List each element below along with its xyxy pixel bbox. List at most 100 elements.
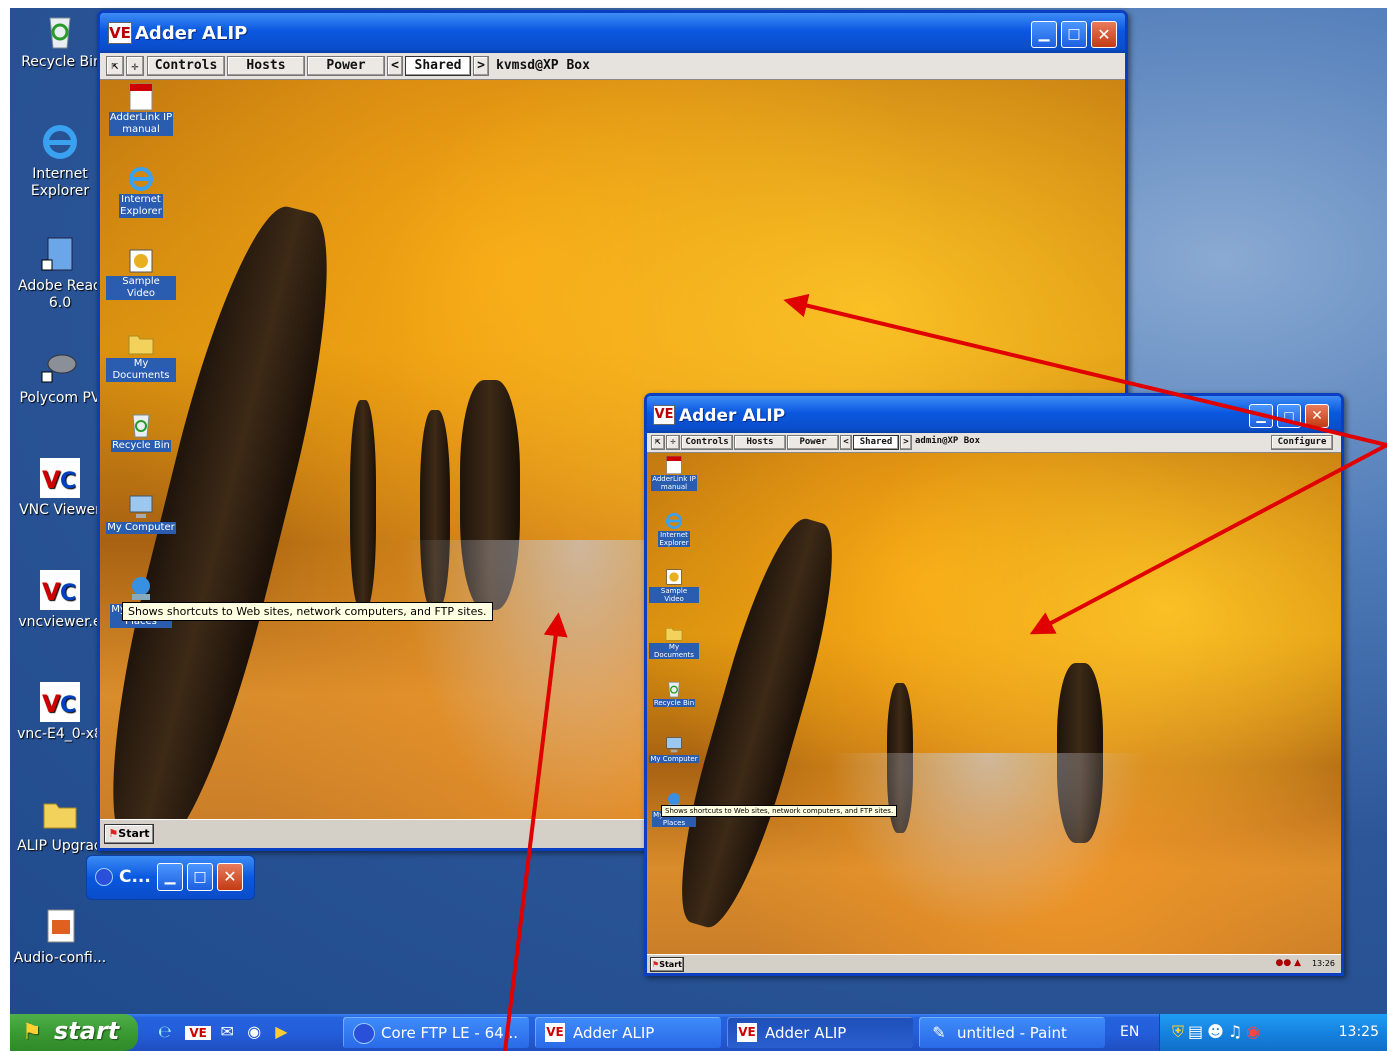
clock: 13:25 xyxy=(1338,1024,1379,1040)
desktop-icon-vncviewer-exe[interactable]: VC vncviewer.e xyxy=(10,570,110,631)
network-icon[interactable]: ▤ xyxy=(1188,1022,1207,1041)
power-button[interactable]: Power xyxy=(307,56,385,76)
fit-screen-icon[interactable]: ⇱ xyxy=(651,435,665,450)
close-button[interactable]: ✕ xyxy=(217,863,243,891)
svg-text:C: C xyxy=(60,693,76,718)
media-icon[interactable]: ◉ xyxy=(243,1022,265,1041)
remote-icon-my-computer[interactable]: My Computer xyxy=(649,735,699,763)
controls-button[interactable]: Controls xyxy=(681,435,733,450)
vnc-logo-icon: VE xyxy=(108,22,132,44)
window-title: Adder ALIP xyxy=(135,23,248,44)
shared-mode-button[interactable]: Shared xyxy=(405,56,471,76)
mini-window-core-ftp[interactable]: C... ▁ □ ✕ xyxy=(86,855,255,900)
remote-icon-my-documents[interactable]: My Documents xyxy=(649,623,699,659)
vnc-viewer-icon: VE xyxy=(737,1023,757,1042)
remote-tray-icons: ●● ▲ xyxy=(1275,958,1302,968)
computer-icon xyxy=(129,495,153,518)
controls-button[interactable]: Controls xyxy=(147,56,225,76)
vnc-viewer-icon: VE xyxy=(545,1023,565,1042)
shared-mode-button[interactable]: Shared xyxy=(853,435,899,450)
media-player-icon[interactable]: ▶ xyxy=(270,1022,292,1041)
title-bar[interactable]: VE Adder ALIP ▁ □ ✕ xyxy=(100,13,1125,53)
remote-icon-sample-video[interactable]: Sample Video xyxy=(106,246,176,300)
minimize-button[interactable]: ▁ xyxy=(1031,21,1057,48)
remote-desktop-screen[interactable]: AdderLink IP manual Internet Explorer Sa… xyxy=(647,453,1341,973)
folder-icon xyxy=(43,803,77,829)
adder-alip-window-second[interactable]: VE Adder ALIP ▁ □ ✕ ⇱ ✛ Controls Hosts P… xyxy=(644,393,1344,976)
next-mode-button[interactable]: > xyxy=(473,56,489,76)
remote-icon-sample-video[interactable]: Sample Video xyxy=(649,567,699,603)
minimize-button[interactable]: ▁ xyxy=(157,863,183,891)
polycom-icon xyxy=(41,354,77,383)
vnc-logo-icon: VE xyxy=(653,405,675,425)
desktop-icon-internet-explorer[interactable]: Internet Explorer xyxy=(10,122,110,200)
remote-icon-my-computer[interactable]: My Computer xyxy=(106,492,176,534)
desktop-icon-vnc-viewer[interactable]: VC VNC Viewer xyxy=(10,458,110,519)
configure-button[interactable]: Configure xyxy=(1271,435,1333,450)
recycle-bin-icon xyxy=(668,682,680,698)
desktop-icon-alip-upgrade[interactable]: ALIP Upgrad xyxy=(10,794,110,855)
vnc-viewer-icon[interactable]: VE xyxy=(185,1026,212,1040)
taskbar-item-adder-alip-1[interactable]: VE Adder ALIP xyxy=(535,1017,721,1048)
vnc-toolbar: ⇱ ✛ Controls Hosts Power < Shared > admi… xyxy=(647,433,1341,453)
coreftp-icon xyxy=(353,1023,375,1044)
remote-clock: 13:26 xyxy=(1311,959,1335,968)
maximize-button[interactable]: □ xyxy=(1277,404,1301,428)
hosts-button[interactable]: Hosts xyxy=(227,56,305,76)
svg-text:C: C xyxy=(60,581,76,606)
move-icon[interactable]: ✛ xyxy=(666,435,680,450)
prev-mode-button[interactable]: < xyxy=(387,56,403,76)
desktop-icon-adobe-reader[interactable]: Adobe Read 6.0 xyxy=(10,234,110,312)
taskbar-item-paint[interactable]: ✎ untitled - Paint xyxy=(919,1017,1105,1048)
video-icon xyxy=(129,249,153,273)
language-indicator[interactable]: EN xyxy=(1120,1024,1139,1040)
next-mode-button[interactable]: > xyxy=(900,435,912,450)
close-button[interactable]: ✕ xyxy=(1091,21,1117,48)
network-icon xyxy=(132,577,150,600)
outlook-icon[interactable]: ✉ xyxy=(216,1022,238,1041)
desktop-icon-audio-config[interactable]: Audio-confi... xyxy=(10,906,110,967)
prev-mode-button[interactable]: < xyxy=(840,435,852,450)
move-icon[interactable]: ✛ xyxy=(126,56,144,76)
svg-text:V: V xyxy=(42,690,61,718)
remote-icon-my-documents[interactable]: My Documents xyxy=(106,328,176,382)
remote-icon-recycle-bin[interactable]: Recycle Bin xyxy=(106,410,176,452)
remote-icon-internet-explorer[interactable]: Internet Explorer xyxy=(106,164,176,218)
leaf-path xyxy=(827,753,1147,933)
desktop-icon-vnc-e4[interactable]: VC vnc-E4_0-x8 xyxy=(10,682,110,743)
mini-window-title: C... xyxy=(119,867,151,887)
remote-icon-adderlink-manual[interactable]: AdderLink IP manual xyxy=(106,82,176,136)
security-icon[interactable]: ◉ xyxy=(1246,1022,1264,1041)
user-icon[interactable]: ☻ xyxy=(1207,1022,1228,1041)
remote-start-button[interactable]: ⚑Start xyxy=(104,824,154,844)
maximize-button[interactable]: □ xyxy=(187,863,213,891)
taskbar-item-adder-alip-2[interactable]: VE Adder ALIP xyxy=(727,1017,913,1048)
system-tray: ⛨▤☻♫◉ 13:25 xyxy=(1159,1014,1387,1051)
vnc-viewer-icon: VC xyxy=(40,682,80,722)
taskbar-item-core-ftp[interactable]: Core FTP LE - 64... xyxy=(343,1017,529,1048)
maximize-button[interactable]: □ xyxy=(1061,21,1087,48)
fit-screen-icon[interactable]: ⇱ xyxy=(106,56,124,76)
minimize-button[interactable]: ▁ xyxy=(1249,404,1273,428)
hosts-button[interactable]: Hosts xyxy=(734,435,786,450)
quick-launch: ℮ VE ✉ ◉ ▶ xyxy=(158,1022,292,1041)
svg-text:V: V xyxy=(42,578,61,606)
internet-explorer-icon xyxy=(129,167,153,191)
shield-icon[interactable]: ⛨ xyxy=(1172,1022,1188,1041)
remote-icon-internet-explorer[interactable]: Internet Explorer xyxy=(649,511,699,547)
computer-icon xyxy=(666,737,682,753)
speaker-icon[interactable]: ♫ xyxy=(1228,1022,1246,1041)
close-button[interactable]: ✕ xyxy=(1305,404,1329,428)
internet-explorer-icon[interactable]: ℮ xyxy=(158,1022,180,1041)
remote-icon-adderlink-manual[interactable]: AdderLink IP manual xyxy=(649,455,699,491)
title-bar[interactable]: VE Adder ALIP ▁ □ ✕ xyxy=(647,396,1341,433)
desktop-icon-polycom[interactable]: Polycom PV xyxy=(10,346,110,407)
desktop-icon-recycle-bin[interactable]: Recycle Bir xyxy=(10,10,110,71)
start-button[interactable]: ⚑ start xyxy=(10,1014,138,1051)
power-button[interactable]: Power xyxy=(787,435,839,450)
audio-config-icon xyxy=(47,909,75,943)
svg-text:C: C xyxy=(60,469,76,494)
remote-icon-recycle-bin[interactable]: Recycle Bin xyxy=(649,679,699,707)
remote-start-button[interactable]: ⚑Start xyxy=(650,957,684,972)
host-name: kvmsd@XP Box xyxy=(496,58,590,73)
